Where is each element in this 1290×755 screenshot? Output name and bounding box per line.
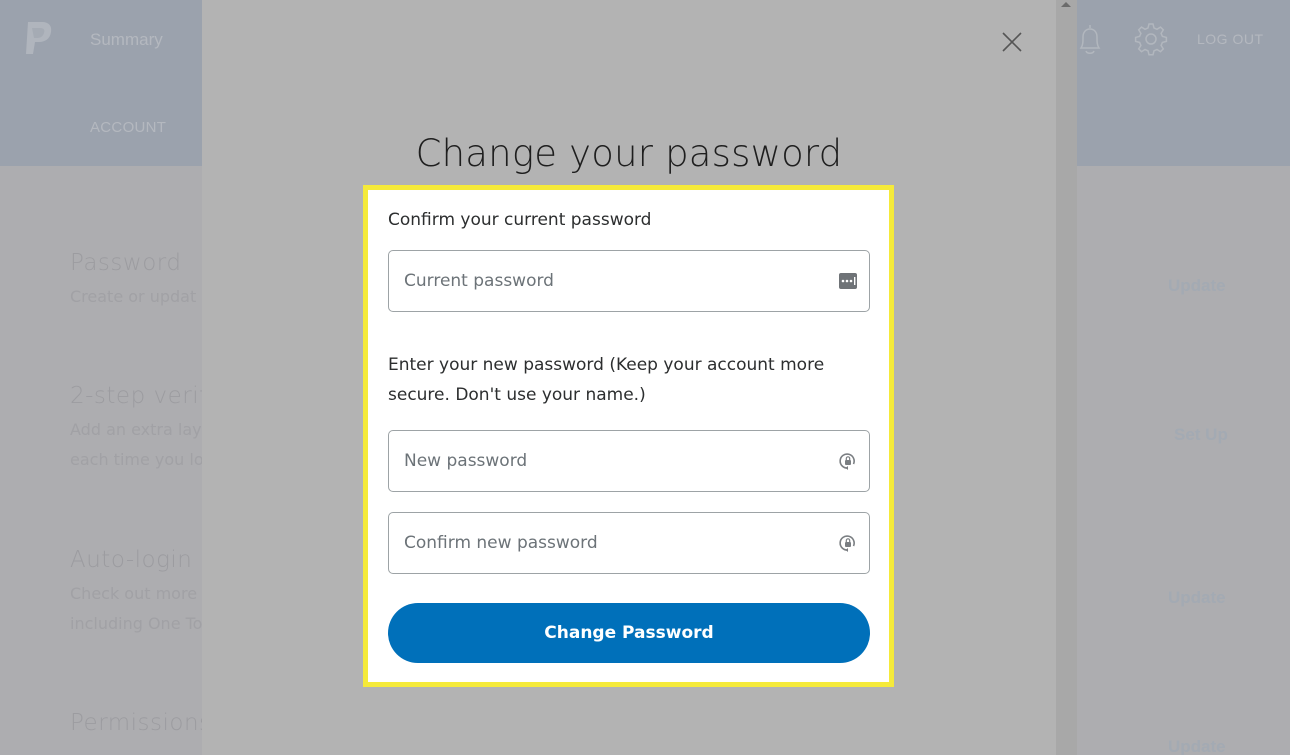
lock-refresh-icon[interactable]: [838, 451, 858, 471]
2-step-setup-link[interactable]: Set Up: [1174, 425, 1228, 445]
password-form-highlight: Confirm your current password Enter your…: [363, 185, 894, 687]
current-password-label: Confirm your current password: [388, 210, 652, 230]
section-title: Permissions: [70, 710, 212, 736]
section-description-line: Check out more: [70, 584, 198, 603]
new-password-label-line: secure. Don't use your name.): [388, 385, 646, 405]
scroll-up-arrow-icon[interactable]: [1061, 2, 1071, 7]
settings-section-permissions: Permissions: [70, 710, 212, 736]
new-password-label: Enter your new password (Keep your accou…: [388, 350, 824, 410]
nav-summary[interactable]: Summary: [90, 30, 163, 50]
current-password-field[interactable]: [388, 250, 870, 312]
gear-icon[interactable]: [1134, 22, 1168, 56]
new-password-input[interactable]: [389, 431, 869, 491]
nav-account[interactable]: ACCOUNT: [90, 119, 166, 136]
settings-section-2-step: 2-step verif Add an extra lay each time …: [70, 383, 208, 475]
modal-title: Change your password: [415, 132, 843, 175]
confirm-password-field[interactable]: [388, 512, 870, 574]
password-manager-icon[interactable]: [838, 271, 858, 291]
auto-login-update-link[interactable]: Update: [1168, 588, 1226, 608]
bell-icon[interactable]: [1074, 22, 1106, 56]
settings-section-auto-login: Auto-login Check out more including One …: [70, 547, 202, 639]
change-password-button[interactable]: Change Password: [388, 603, 870, 663]
new-password-label-line: Enter your new password (Keep your accou…: [388, 355, 825, 375]
modal-scrollbar[interactable]: [1056, 0, 1077, 755]
current-password-input[interactable]: [389, 251, 869, 311]
section-title: Password: [70, 250, 182, 276]
close-icon[interactable]: [1001, 31, 1023, 53]
permissions-update-link[interactable]: Update: [1168, 737, 1226, 755]
section-description-line: each time you lo: [70, 450, 204, 469]
section-description: Check out more including One To: [70, 579, 202, 639]
section-title: Auto-login: [70, 547, 193, 573]
section-description-line: including One To: [70, 614, 203, 633]
paypal-logo-icon[interactable]: [22, 20, 54, 56]
logout-link[interactable]: LOG OUT: [1197, 31, 1264, 47]
new-password-field[interactable]: [388, 430, 870, 492]
section-description: Add an extra lay each time you lo: [70, 415, 208, 475]
section-description-line: Add an extra lay: [70, 420, 202, 439]
settings-section-password: Password Create or updat: [70, 250, 196, 312]
password-update-link[interactable]: Update: [1168, 276, 1226, 296]
lock-refresh-icon[interactable]: [838, 533, 858, 553]
confirm-password-input[interactable]: [389, 513, 869, 573]
section-title: 2-step verif: [70, 383, 208, 409]
section-description: Create or updat: [70, 287, 197, 306]
